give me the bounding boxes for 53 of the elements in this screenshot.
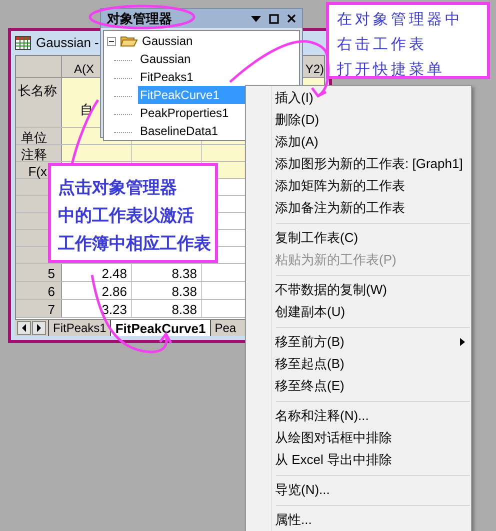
callout-text: 在对象管理器中 — [337, 10, 464, 30]
row-number: 7 — [16, 300, 62, 317]
table-cell: 8.38 — [132, 264, 202, 281]
expander-icon[interactable] — [107, 36, 116, 46]
table-cell: 8.38 — [132, 282, 202, 299]
callout-text: 打开快捷菜单 — [337, 60, 446, 80]
menu-item[interactable]: 移至前方(B) — [246, 331, 471, 353]
menu-item[interactable]: 名称和注释(N)... — [246, 405, 471, 427]
tree-item[interactable]: Gaussian — [138, 50, 299, 68]
menu-item[interactable]: 添加图形为新的工作表: [Graph1] — [246, 153, 471, 175]
right-arrow-icon — [35, 323, 43, 333]
window-title: Gaussian - — [36, 34, 99, 52]
left-arrow-icon — [20, 323, 28, 333]
table-cell — [132, 145, 202, 161]
table-cell: 3.23 — [62, 300, 132, 317]
menu-item[interactable]: 复制工作表(C) — [246, 227, 471, 249]
sheet-tab[interactable]: FitPeakCurve1 — [110, 320, 210, 336]
menu-item[interactable]: 移至终点(E) — [246, 375, 471, 397]
menu-item[interactable]: 从绘图对话框中排除 — [246, 427, 471, 449]
menu-item[interactable]: 从 Excel 导出中排除 — [246, 449, 471, 471]
column-header: Y2) — [305, 61, 324, 77]
table-cell — [62, 145, 132, 161]
folder-icon — [120, 35, 138, 47]
menu-item[interactable]: 创建副本(U) — [246, 301, 471, 323]
row-number: 5 — [16, 264, 62, 281]
submenu-arrow-icon — [460, 338, 465, 346]
close-icon[interactable] — [287, 14, 296, 23]
menu-item[interactable]: 添加备注为新的工作表 — [246, 197, 471, 219]
maximize-icon[interactable] — [269, 14, 279, 24]
next-tab-button[interactable] — [32, 321, 46, 335]
menu-item[interactable]: 导览(N)... — [246, 479, 471, 501]
tree-item[interactable]: FitPeaks1 — [138, 68, 299, 86]
menu-item[interactable]: 不带数据的复制(W) — [246, 279, 471, 301]
table-cell: 2.86 — [62, 282, 132, 299]
previous-tab-button[interactable] — [17, 321, 31, 335]
menu-item[interactable]: 添加(A) — [246, 131, 471, 153]
callout-text: 中的工作表以激活 — [58, 205, 195, 227]
row-label: 长名称 — [16, 78, 62, 127]
menu-item[interactable]: 属性... — [246, 509, 471, 531]
table-cell: 2.48 — [62, 264, 132, 281]
dropdown-icon[interactable] — [251, 14, 261, 22]
row-label: 注释 — [16, 145, 62, 161]
grid-icon — [15, 36, 31, 50]
tree-item[interactable]: Gaussian — [142, 32, 193, 50]
callout-text: 右击工作表 — [337, 36, 428, 55]
callout-text: 点击对象管理器 — [58, 177, 178, 199]
menu-item[interactable]: 添加矩阵为新的工作表 — [246, 175, 471, 197]
menu-item[interactable]: 删除(D) — [246, 109, 471, 131]
panel-title: 对象管理器 — [107, 10, 172, 28]
row-number: 6 — [16, 282, 62, 299]
table-cell: 8.38 — [132, 300, 202, 317]
menu-item[interactable]: 移至起点(B) — [246, 353, 471, 375]
row-label: 单位 — [16, 128, 62, 144]
